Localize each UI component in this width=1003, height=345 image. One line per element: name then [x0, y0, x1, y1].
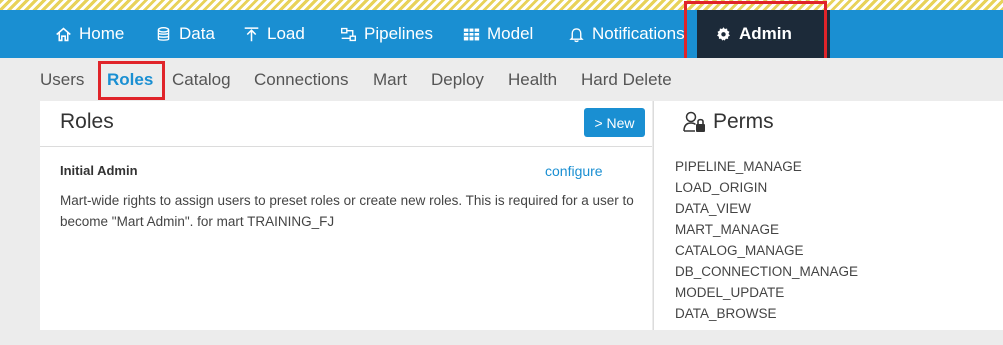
configure-link[interactable]: configure: [545, 163, 603, 179]
perms-header: Perms: [682, 109, 774, 135]
subnav-connections[interactable]: Connections: [254, 70, 349, 90]
subnav-roles[interactable]: Roles: [107, 70, 153, 90]
new-role-button[interactable]: > New: [584, 108, 645, 137]
role-name: Initial Admin: [60, 163, 138, 178]
roles-panel: Roles > New Initial Admin configure Mart…: [40, 101, 652, 330]
role-description: Mart-wide rights to assign users to pres…: [60, 193, 634, 229]
perm-item: DATA_VIEW: [675, 201, 752, 216]
pipelines-icon: [341, 27, 356, 41]
nav-notifications-label: Notifications: [592, 24, 685, 43]
subnav-catalog[interactable]: Catalog: [172, 70, 231, 90]
subnav-hard-delete[interactable]: Hard Delete: [581, 70, 672, 90]
nav-notifications[interactable]: Notifications: [568, 10, 685, 58]
nav-admin-label: Admin: [739, 24, 792, 43]
perm-item: LOAD_ORIGIN: [675, 180, 768, 195]
gear-icon: [717, 26, 730, 41]
nav-pipelines[interactable]: Pipelines: [340, 10, 433, 58]
perm-item: DB_CONNECTION_MANAGE: [675, 264, 859, 279]
roles-title: Roles: [60, 110, 114, 133]
home-icon: [56, 27, 71, 41]
nav-home-label: Home: [79, 24, 125, 43]
nav-load-label: Load: [267, 24, 305, 43]
database-icon: [157, 26, 170, 41]
subnav-mart[interactable]: Mart: [373, 70, 407, 90]
subnav-deploy[interactable]: Deploy: [431, 70, 484, 90]
nav-load[interactable]: Load: [243, 10, 305, 58]
perm-item: MART_MANAGE: [675, 222, 780, 237]
nav-home[interactable]: Home: [55, 10, 124, 58]
subnav-health[interactable]: Health: [508, 70, 557, 90]
nav-data[interactable]: Data: [155, 10, 215, 58]
nav-admin[interactable]: Admin: [697, 10, 830, 58]
perm-item: DATA_BROWSE: [675, 306, 777, 321]
user-lock-icon: [683, 111, 705, 132]
hazard-stripe: [0, 0, 1003, 10]
top-nav: Home Data Load Pipelines Model Notificat…: [0, 10, 1003, 58]
nav-pipelines-label: Pipelines: [364, 24, 433, 43]
perm-item: CATALOG_MANAGE: [675, 243, 804, 258]
perm-item: PIPELINE_MANAGE: [675, 159, 802, 174]
perms-title: Perms: [713, 110, 774, 133]
admin-subnav: Users Roles Catalog Connections Mart Dep…: [0, 58, 1003, 101]
nav-model[interactable]: Model: [463, 10, 533, 58]
nav-model-label: Model: [487, 24, 534, 43]
perm-list: PIPELINE_MANAGE LOAD_ORIGIN DATA_VIEW MA…: [675, 156, 858, 324]
perms-panel: Perms PIPELINE_MANAGE LOAD_ORIGIN DATA_V…: [653, 101, 1003, 330]
upload-icon: [244, 26, 259, 41]
roles-panel-header: Roles > New: [40, 101, 652, 147]
subnav-users[interactable]: Users: [40, 70, 84, 90]
bell-icon: [569, 27, 584, 42]
model-icon: [463, 28, 480, 40]
nav-data-label: Data: [179, 24, 215, 43]
perm-item: MODEL_UPDATE: [675, 285, 785, 300]
